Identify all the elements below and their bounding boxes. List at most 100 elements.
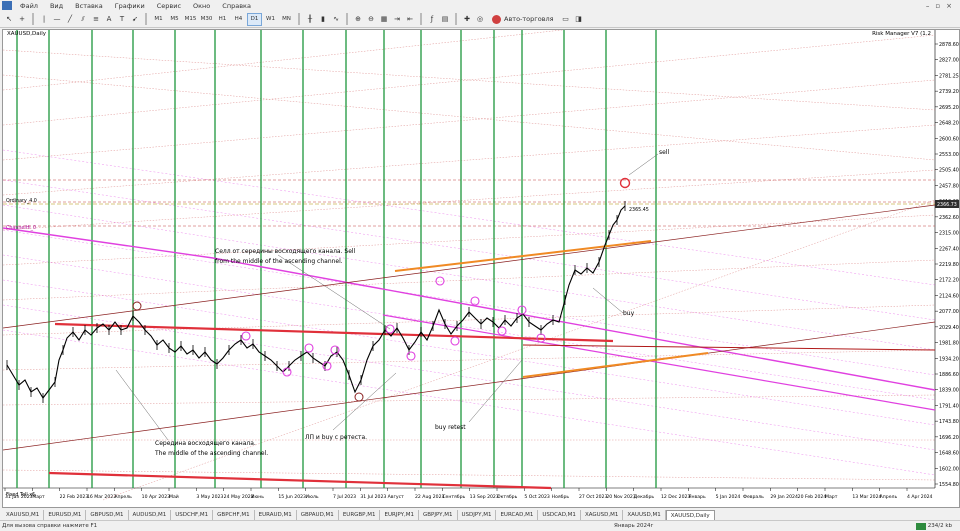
y-tick-label: 1696.20 — [939, 435, 959, 441]
toolbar-separator — [420, 13, 422, 25]
channel-icon[interactable]: ⫽ — [77, 13, 89, 26]
tile-windows-icon[interactable]: ▦ — [378, 13, 390, 26]
magenta-channel-lower — [382, 314, 936, 411]
y-tick-label: 2172.20 — [939, 278, 959, 284]
menu-file[interactable]: Файл — [14, 2, 44, 10]
timeframe-w1[interactable]: W1 — [263, 13, 278, 26]
templates-icon[interactable]: ▤ — [439, 13, 451, 26]
toolbar-separator — [145, 13, 147, 25]
signals-icon[interactable]: ◎ — [474, 13, 486, 26]
y-tick-label: 2600.60 — [939, 136, 959, 142]
status-traffic-text: 234/2 kb — [927, 523, 952, 529]
current-price-tag: 2366.73 — [937, 202, 957, 208]
middle-leader-line — [115, 369, 169, 441]
y-tick-label: 1981.80 — [939, 341, 959, 347]
chart-tabs: XAUUSD,M1 EURUSD,M1 GBPUSD,M1 AUDUSD,M1 … — [0, 509, 960, 520]
vertical-line-icon[interactable]: | — [38, 13, 50, 26]
text-icon[interactable]: A — [103, 13, 115, 26]
crosshair-icon[interactable]: + — [16, 13, 28, 26]
menu-charts[interactable]: Графики — [109, 2, 151, 10]
zoom-out-icon[interactable]: ⊖ — [365, 13, 377, 26]
fibo-icon[interactable]: ≡ — [90, 13, 102, 26]
tab-gbpaud-m1[interactable]: GBPAUD,M1 — [297, 510, 339, 520]
y-tick-label: 2827.00 — [939, 58, 959, 64]
y-tick-label: 2457.80 — [939, 183, 959, 189]
tab-euraud-m1[interactable]: EURAUD,M1 — [255, 510, 297, 520]
indicators-icon[interactable]: ƒ — [426, 13, 438, 26]
magenta-circle-marker — [450, 336, 460, 346]
sell-leader-line — [628, 153, 659, 176]
fan-dotted-line — [3, 34, 936, 126]
menu-view[interactable]: Вид — [44, 2, 69, 10]
autoscroll-icon[interactable]: ⇥ — [391, 13, 403, 26]
menu-bar: Файл Вид Вставка Графики Сервис Окно Спр… — [0, 0, 960, 11]
chart-shift-icon[interactable]: ⇤ — [404, 13, 416, 26]
tab-eurjpy-m1[interactable]: EURJPY,M1 — [380, 510, 419, 520]
x-tick-label: 12 Dec 2023 — [661, 494, 690, 500]
options-icon[interactable]: ◨ — [573, 13, 585, 26]
x-tick-label: Ноябрь — [552, 494, 570, 500]
timeframe-m30[interactable]: M30 — [199, 13, 214, 26]
fan-dotted-line — [3, 124, 936, 196]
bar-chart-icon[interactable]: ╫ — [304, 13, 316, 26]
cursor-icon[interactable]: ↖ — [3, 13, 15, 26]
tab-gbpjpy-m1[interactable]: GBPJPY,M1 — [419, 510, 458, 520]
x-tick-label: 22 Aug 2023 — [415, 494, 445, 500]
tab-usdcad-m1[interactable]: USDCAD,M1 — [538, 510, 581, 520]
arrow-icon[interactable]: ➹ — [129, 13, 141, 26]
close-button[interactable]: × — [946, 2, 952, 10]
timeframe-h1[interactable]: H1 — [215, 13, 230, 26]
indicator-label: Risk Manager V7 (1.2 — [872, 31, 931, 37]
label-icon[interactable]: T — [116, 13, 128, 26]
y-tick-label: 2219.80 — [939, 262, 959, 268]
timeframe-m15[interactable]: M15 — [183, 13, 198, 26]
tab-gbpusd-m1[interactable]: GBPUSD,M1 — [86, 510, 129, 520]
tab-xauusd-daily[interactable]: XAUUSD,Daily — [665, 510, 715, 520]
line-chart-icon[interactable]: ∿ — [330, 13, 342, 26]
x-tick-label: Октябрь — [497, 494, 518, 500]
channel-label: ChannelHi_0 — [6, 225, 36, 231]
chart-canvas[interactable]: 2878.60 2827.00 2781.25 2739.20 2695.20 2648.… — [3, 30, 959, 507]
tab-eurcad-m1[interactable]: EURCAD,M1 — [496, 510, 539, 520]
horizontal-line-icon[interactable]: — — [51, 13, 63, 26]
timeframe-m5[interactable]: M5 — [167, 13, 182, 26]
timeframe-h4[interactable]: H4 — [231, 13, 246, 26]
timeframe-d1[interactable]: D1 — [247, 12, 262, 26]
chart-window[interactable]: 2878.60 2827.00 2781.25 2739.20 2695.20 2648.… — [2, 29, 960, 508]
x-tick-label: 13 Sep 2023 — [470, 494, 499, 500]
auto-trading-button[interactable]: Авто-торговля — [487, 13, 559, 26]
tab-audusd-m1[interactable]: AUDUSD,M1 — [129, 510, 172, 520]
restore-button[interactable]: ▫ — [935, 2, 940, 10]
annotation-sell-mid-en: from the middle of the ascending channel… — [215, 258, 343, 265]
tab-xauusd-m1[interactable]: XAUUSD,M1 — [2, 510, 45, 520]
tab-usdjpy-m1[interactable]: USDJPY,M1 — [458, 510, 497, 520]
magenta-dotted-line — [3, 204, 936, 351]
tab-gbpchf-m1[interactable]: GBPCHF,M1 — [213, 510, 255, 520]
trendline-icon[interactable]: ╱ — [64, 13, 76, 26]
candle-chart-icon[interactable]: ▮ — [317, 13, 329, 26]
new-order-icon[interactable]: ✚ — [461, 13, 473, 26]
tab-xauusd-m1-2[interactable]: XAUUSD,M1 — [623, 510, 666, 520]
x-tick-label: 13 Mar 2024 — [852, 494, 881, 500]
new-window-icon[interactable]: ▭ — [560, 13, 572, 26]
red-bottom-line — [48, 471, 552, 490]
tab-xagusd-m1[interactable]: XAGUSD,M1 — [581, 510, 624, 520]
timeframe-mn[interactable]: MN — [279, 13, 294, 26]
y-tick-label: 1554.80 — [939, 482, 959, 488]
x-tick-label: Апрель — [114, 494, 132, 500]
menu-window[interactable]: Окно — [187, 2, 216, 10]
x-tick-label: Март — [825, 494, 838, 500]
menu-help[interactable]: Справка — [216, 2, 257, 10]
status-bar: Для вызова справки нажмите F1 Январь 202… — [0, 520, 960, 531]
app-logo-icon — [2, 1, 12, 10]
timeframe-m1[interactable]: M1 — [151, 13, 166, 26]
minimize-button[interactable]: – — [926, 2, 930, 10]
tab-eurusd-m1[interactable]: EURUSD,M1 — [44, 510, 87, 520]
menu-tools[interactable]: Сервис — [151, 2, 187, 10]
tab-usdchf-m1[interactable]: USDCHF,M1 — [171, 510, 214, 520]
orange-lower-line — [522, 352, 709, 378]
brown-circle-marker — [354, 392, 364, 402]
tab-eurgbp-m1[interactable]: EURGBP,M1 — [339, 510, 381, 520]
zoom-in-icon[interactable]: ⊕ — [352, 13, 364, 26]
menu-insert[interactable]: Вставка — [69, 2, 109, 10]
